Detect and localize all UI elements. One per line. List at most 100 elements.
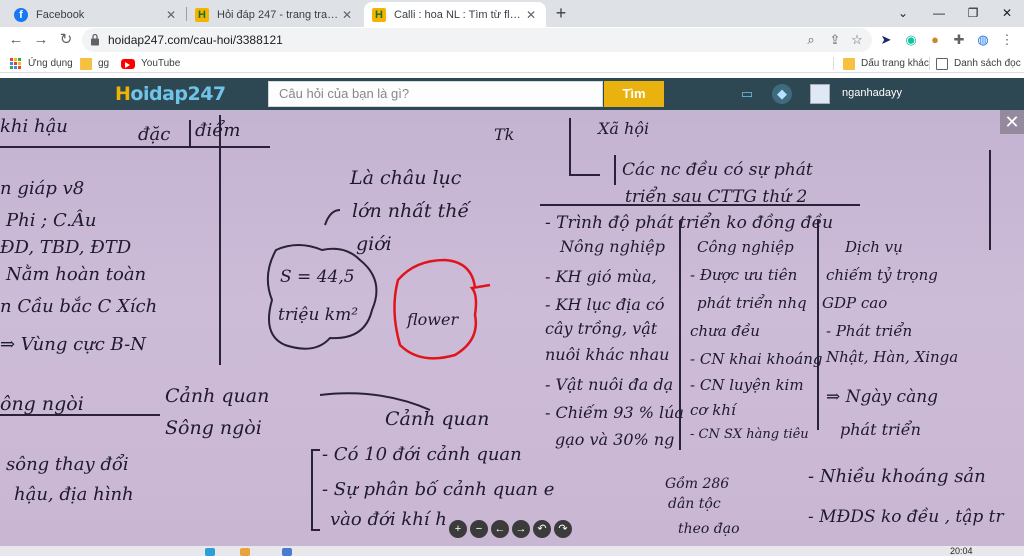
note-text: theo đạo <box>678 521 740 537</box>
question-search-input[interactable]: Câu hỏi của bạn là gì? <box>268 81 603 107</box>
note-text: ĐD, TBD, ĐTD <box>0 237 132 258</box>
note-text: Nhật, Hàn, Xinga <box>825 348 958 366</box>
bookmark-other[interactable]: Dấu trang khác <box>843 56 929 71</box>
note-text: Xã hội <box>596 119 649 138</box>
note-text: - Trình độ phát triển ko đồng đều <box>545 213 833 233</box>
note-text: ⇒ Vùng cực B-N <box>0 334 147 355</box>
extension-cursor-icon[interactable]: ➤ <box>876 30 896 50</box>
notification-bell-icon[interactable]: ◆ <box>772 84 792 104</box>
bookmark-gg[interactable]: gg <box>80 56 109 71</box>
avatar[interactable] <box>810 84 830 104</box>
share-icon[interactable]: ⇪ <box>826 31 844 49</box>
browser-toolbar: ← → ↻ hoidap247.com/cau-hoi/3388121 ⌕ ⇪ … <box>0 27 1024 53</box>
taskbar-app-icon[interactable] <box>240 548 250 556</box>
note-text: ⇒ Ngày càng <box>826 387 938 407</box>
extension-grammar-icon[interactable]: ◉ <box>901 30 921 50</box>
note-text: Gồm 286 <box>665 475 729 492</box>
close-viewer-icon[interactable]: ✕ <box>1000 110 1024 134</box>
close-tab-icon[interactable]: ✕ <box>524 8 538 22</box>
close-window-icon[interactable]: ✕ <box>992 3 1022 23</box>
bookmark-label: Dấu trang khác <box>861 58 929 69</box>
note-text: lớn nhất thế <box>352 200 471 222</box>
folder-icon <box>843 57 855 70</box>
tab-active[interactable]: H Calli : hoa NL : Tìm từ flower tron ✕ <box>364 2 546 27</box>
extensions-puzzle-icon[interactable]: ✚ <box>949 30 969 50</box>
lock-icon <box>91 33 99 46</box>
viewer-controls: + − ← → ↶ ↷ <box>449 520 575 542</box>
tab-title: Calli : hoa NL : Tìm từ flower tron <box>394 8 524 21</box>
note-text: chưa đều <box>690 322 760 340</box>
note-text: điểm <box>195 119 240 141</box>
site-header: Hoidap247 Câu hỏi của bạn là gì? Tìm ▭ ◆… <box>0 78 1024 110</box>
note-text: Tk <box>494 125 514 144</box>
reload-icon[interactable]: ↻ <box>56 30 76 50</box>
url-text: hoidap247.com/cau-hoi/3388121 <box>108 33 283 47</box>
note-text: khi hậu <box>0 116 68 137</box>
reading-list-icon <box>936 57 948 70</box>
forward-icon[interactable]: → <box>31 30 51 50</box>
note-text: vào đới khí h <box>330 509 447 530</box>
note-text: - CN luyện kim <box>690 376 804 394</box>
new-tab-icon[interactable]: + <box>552 4 570 22</box>
note-text: n Cầu bắc C Xích <box>0 295 157 317</box>
chat-icon[interactable]: ▭ <box>737 84 757 104</box>
note-text: - Nhiều khoáng sản <box>808 466 986 487</box>
note-text: nuôi khác nhau <box>545 345 669 364</box>
note-text: triển sau CTTG thứ 2 <box>625 187 807 207</box>
bookmark-youtube[interactable]: YouTube <box>121 56 180 71</box>
bookmark-star-icon[interactable]: ☆ <box>848 31 866 49</box>
note-text: S = 44,5 <box>280 267 355 287</box>
username[interactable]: nganhadayy <box>842 87 902 99</box>
note-text: - Sự phân bố cảnh quan e <box>322 479 554 500</box>
bookmark-apps[interactable]: Ứng dụng <box>10 56 73 71</box>
tab-title: Hỏi đáp 247 - trang tra loi <box>217 8 340 21</box>
minimize-icon[interactable]: — <box>924 3 954 23</box>
folder-icon <box>80 57 92 70</box>
note-text: gạo và 30% ng <box>555 430 674 449</box>
note-text: Cảnh quan <box>165 385 269 407</box>
rotate-left-icon[interactable]: ↶ <box>533 520 551 538</box>
tab-facebook[interactable]: f Facebook ✕ <box>6 2 186 27</box>
site-logo[interactable]: Hoidap247 <box>115 83 226 105</box>
menu-kebab-icon[interactable]: ⋮ <box>997 30 1017 50</box>
restore-icon[interactable]: ❐ <box>958 3 988 23</box>
hoidap-icon: H <box>195 7 209 22</box>
logo-text: oidap247 <box>130 83 226 105</box>
note-text: hậu, địa hình <box>14 484 134 505</box>
bookmarks-bar: Ứng dụng gg YouTube Dấu trang khác Danh … <box>0 53 1024 73</box>
bookmark-label: Danh sách đọc <box>954 58 1021 69</box>
tab-search-icon[interactable]: ⌄ <box>888 3 918 23</box>
note-text: chiếm tỷ trọng <box>826 266 938 284</box>
profile-icon[interactable]: ◍ <box>973 30 993 50</box>
prev-icon[interactable]: ← <box>491 520 509 538</box>
note-text: triệu km² <box>278 305 358 325</box>
zoom-out-icon[interactable]: − <box>470 520 488 538</box>
back-icon[interactable]: ← <box>6 30 26 50</box>
hoidap-icon: H <box>372 7 386 22</box>
close-tab-icon[interactable]: ✕ <box>164 8 178 22</box>
close-tab-icon[interactable]: ✕ <box>340 8 354 22</box>
extension-cookie-icon[interactable]: ● <box>925 30 945 50</box>
note-text: đặc <box>138 124 170 145</box>
note-text: Các nc đều có sự phát <box>622 160 813 180</box>
note-text: Nằm hoàn toàn <box>5 263 146 285</box>
taskbar-app-icon[interactable] <box>205 548 215 556</box>
search-button[interactable]: Tìm <box>604 81 664 107</box>
facebook-icon: f <box>14 7 28 22</box>
note-text: - Được ưu tiên <box>690 266 797 284</box>
note-text: flower <box>406 310 459 329</box>
zoom-in-icon[interactable]: + <box>449 520 467 538</box>
address-bar[interactable]: hoidap247.com/cau-hoi/3388121 ⌕ ⇪ ☆ <box>82 28 872 52</box>
image-viewer: khi hậu đặc điểm Tk Xã hội Là châu lục l… <box>0 110 1024 546</box>
logo-letter: H <box>115 83 131 105</box>
bookmark-label: Ứng dụng <box>28 58 73 69</box>
note-text: - Vật nuôi đa dạ <box>545 375 673 394</box>
zoom-icon[interactable]: ⌕ <box>802 31 820 49</box>
note-text: Là châu lục <box>349 167 462 189</box>
note-text: phát triển <box>840 420 921 439</box>
rotate-right-icon[interactable]: ↷ <box>554 520 572 538</box>
tab-hoidap[interactable]: H Hỏi đáp 247 - trang tra loi ✕ <box>187 2 362 27</box>
next-icon[interactable]: → <box>512 520 530 538</box>
taskbar-app-icon[interactable] <box>282 548 292 556</box>
bookmark-reading-list[interactable]: Danh sách đọc <box>936 56 1021 71</box>
